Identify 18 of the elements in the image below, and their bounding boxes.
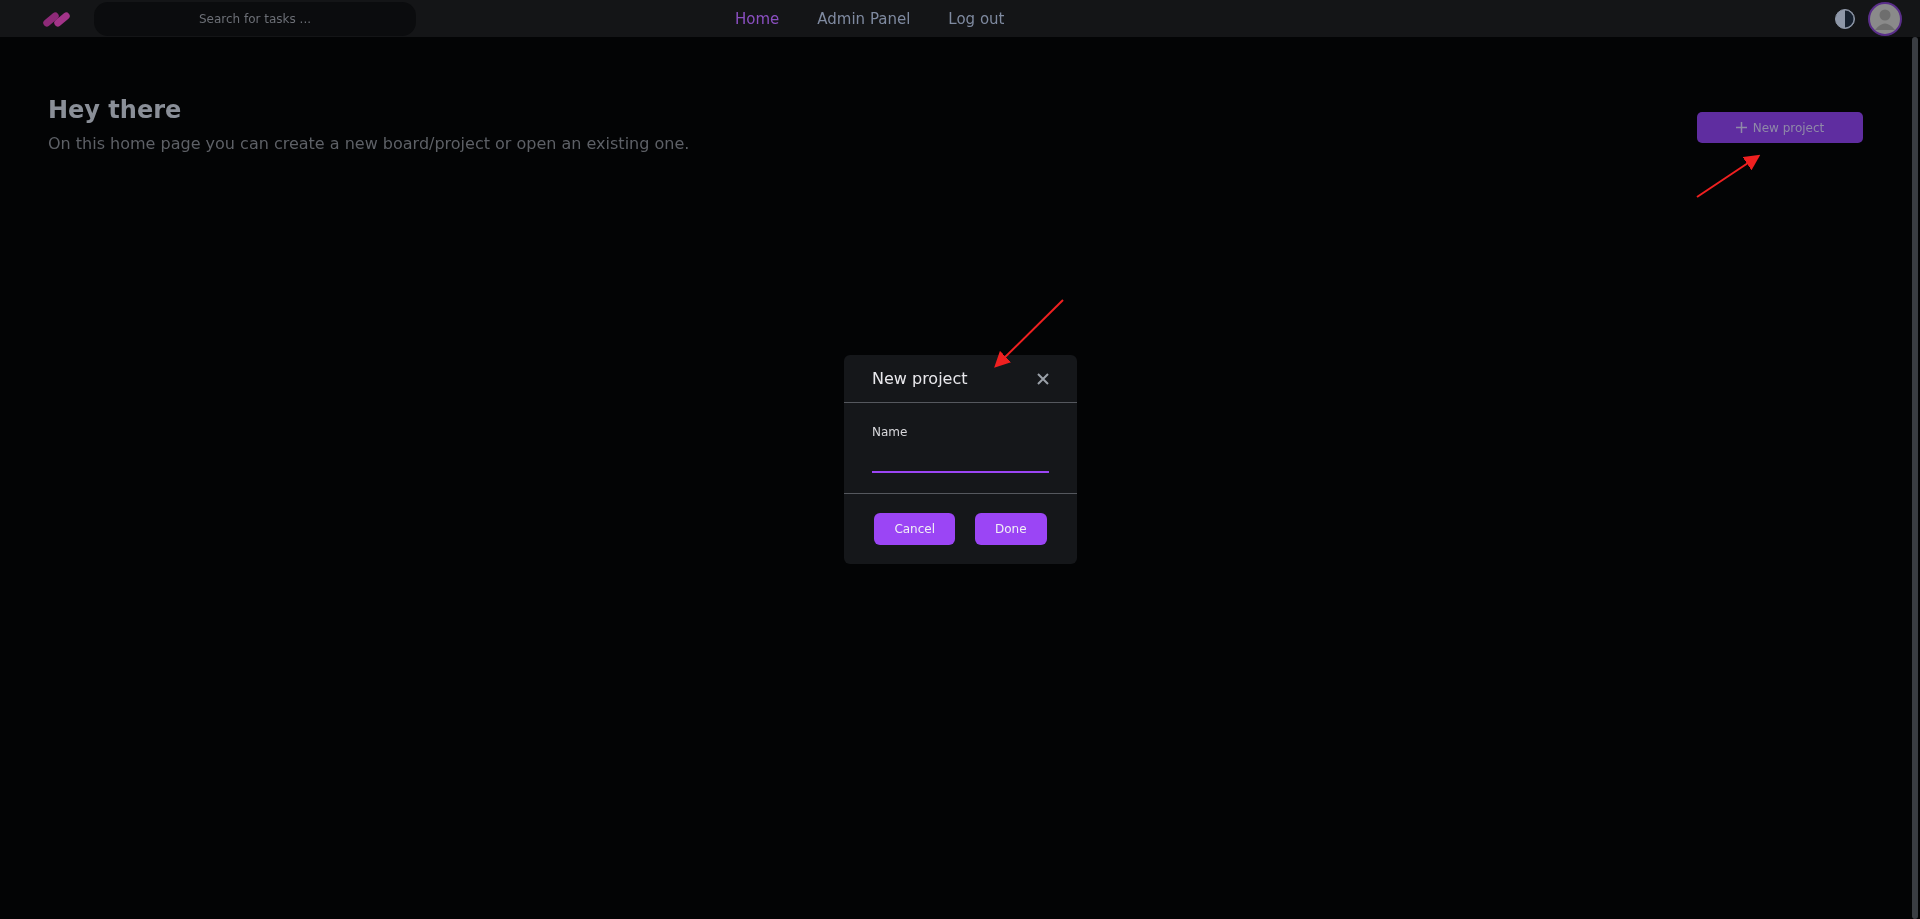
dialog-button[interactable]: Cancel [874, 513, 956, 545]
nav-link[interactable]: Home [735, 9, 780, 28]
nav-link[interactable]: Log out [948, 9, 1005, 28]
scrollbar[interactable] [1912, 37, 1918, 919]
annotation-arrow [1696, 154, 1761, 198]
theme-toggle-icon[interactable] [1834, 7, 1856, 30]
nav-link[interactable]: Admin Panel [817, 9, 911, 28]
page-title: Hey there [48, 96, 183, 124]
dialog-title: New project [872, 369, 968, 388]
dialog-button[interactable]: Done [975, 513, 1047, 545]
avatar-icon[interactable] [1868, 1, 1902, 36]
page-subtitle: On this home page you can create a new board/project or open an existing one. [48, 134, 690, 153]
field-label: Name [872, 425, 909, 439]
close-icon[interactable] [1037, 372, 1049, 385]
search-field[interactable]: Search for tasks ... [94, 1, 416, 36]
plus-icon [1735, 122, 1747, 133]
annotation-arrow [994, 299, 1064, 368]
new-project-button[interactable]: New project [1697, 112, 1863, 143]
